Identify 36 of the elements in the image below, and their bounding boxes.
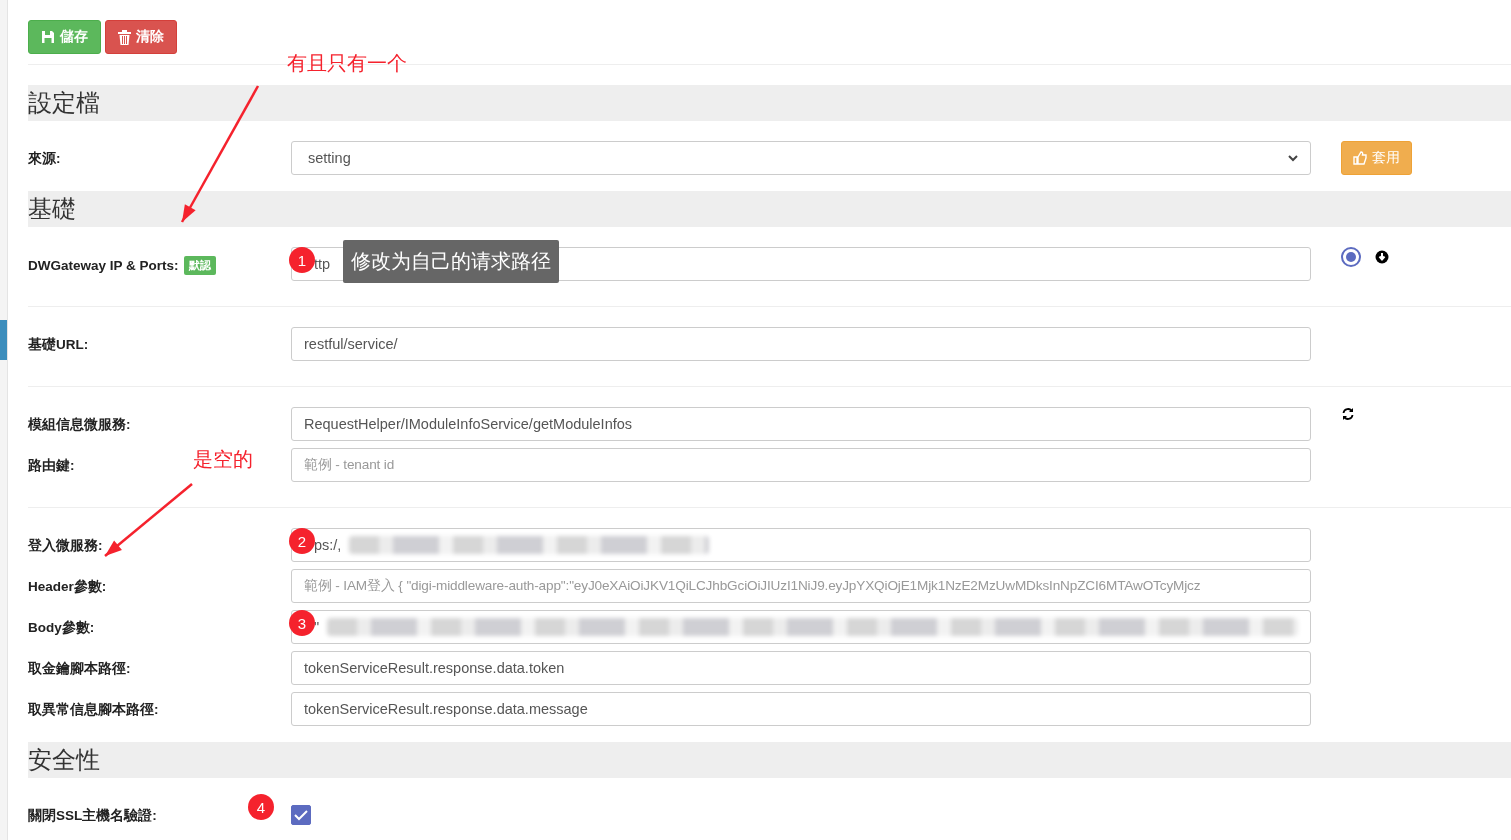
field-label: 模組信息微服務: bbox=[28, 416, 131, 434]
field-label: 來源: bbox=[28, 150, 61, 168]
field-label: 路由鍵: bbox=[28, 457, 75, 475]
download-icon[interactable] bbox=[1375, 250, 1389, 264]
number-badge: 4 bbox=[248, 794, 274, 820]
field-label: 取金鑰腳本路徑: bbox=[28, 660, 131, 678]
section-title: 設定檔 bbox=[28, 88, 100, 118]
thumbs-up-icon bbox=[1353, 151, 1367, 165]
input-field[interactable]: tokenServiceResult.response.data.message bbox=[291, 692, 1311, 726]
field-label: DWGateway IP & Ports: bbox=[28, 258, 179, 273]
checkbox[interactable] bbox=[291, 805, 311, 825]
number-badge: 3 bbox=[289, 610, 315, 636]
number-badge: 2 bbox=[289, 528, 315, 554]
field-label: Header參數: bbox=[28, 578, 107, 596]
section-title: 安全性 bbox=[28, 745, 100, 775]
field-label: 關閉SSL主機名驗證: bbox=[28, 807, 157, 825]
input-field[interactable]: restful/service/ bbox=[291, 327, 1311, 361]
annotation-text: 是空的 bbox=[193, 447, 253, 472]
input-field[interactable]: tokenServiceResult.response.data.token bbox=[291, 651, 1311, 685]
trash-icon bbox=[118, 29, 131, 45]
active-marker bbox=[0, 320, 7, 360]
field-label: 基礎URL: bbox=[28, 336, 89, 354]
tooltip: 修改为自己的请求路径 bbox=[343, 240, 559, 283]
chevron-down-icon bbox=[1288, 154, 1298, 162]
radio-button[interactable] bbox=[1341, 247, 1361, 267]
field-label: 取異常信息腳本路徑: bbox=[28, 701, 159, 719]
clear-button[interactable]: 清除 bbox=[105, 20, 177, 54]
section-title: 基礎 bbox=[28, 194, 76, 224]
refresh-icon[interactable] bbox=[1341, 407, 1355, 421]
field-label: Body參數: bbox=[28, 619, 95, 637]
default-tag: 默認 bbox=[183, 256, 216, 275]
source-select[interactable]: setting bbox=[291, 141, 1311, 175]
annotation-text: 有且只有一个 bbox=[287, 51, 407, 76]
number-badge: 1 bbox=[289, 247, 315, 273]
input-field[interactable]: RequestHelper/IModuleInfoService/getModuleInfos bbox=[291, 407, 1311, 441]
field-label: 登入微服務: bbox=[28, 537, 103, 555]
